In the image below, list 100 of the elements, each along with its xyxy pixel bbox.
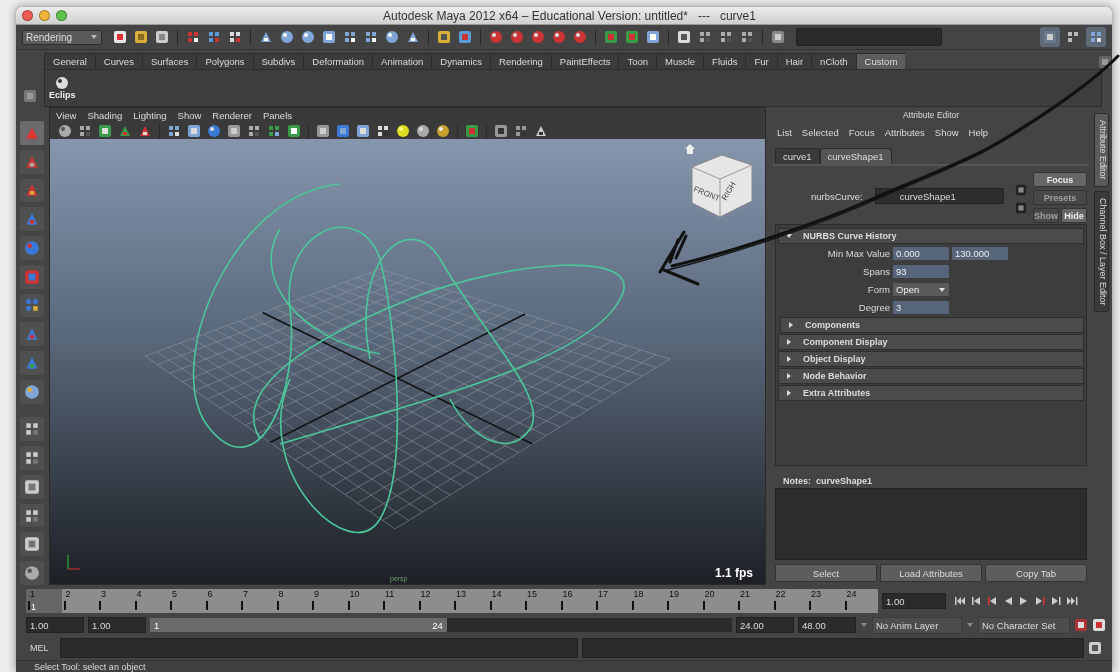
shelf-tab[interactable]: Custom bbox=[855, 53, 906, 69]
shelf-tab[interactable]: General bbox=[44, 53, 95, 69]
menu-item[interactable]: Renderer bbox=[212, 110, 252, 123]
shelf-tab[interactable]: Toon bbox=[618, 53, 656, 69]
step-icon[interactable] bbox=[1066, 595, 1078, 607]
shelf-tab[interactable]: Hair bbox=[776, 53, 812, 69]
frame-number: 24 bbox=[845, 589, 857, 599]
frame-number: 3 bbox=[100, 589, 106, 599]
node-tab[interactable]: curveShape1 bbox=[819, 148, 892, 164]
value-field[interactable]: 0.000 bbox=[893, 247, 949, 260]
time-slider[interactable]: 1 1 2 3 4 5 6 7 8 9 10 11 12 13 14 15 16 17 18 19 20 21 22 23 24 bbox=[26, 589, 878, 613]
menu-set-dropdown[interactable]: Rendering bbox=[22, 29, 102, 45]
form-dropdown[interactable]: Open bbox=[893, 283, 949, 296]
shelf-tab[interactable]: Deformation bbox=[303, 53, 373, 69]
section-header[interactable]: Extra Attributes bbox=[778, 385, 1084, 401]
tool-button[interactable] bbox=[20, 561, 44, 585]
tool-button[interactable] bbox=[20, 178, 44, 203]
section-header[interactable]: Component Display bbox=[778, 334, 1084, 350]
section-header[interactable]: Node Behavior bbox=[778, 368, 1084, 384]
section-header[interactable]: Components bbox=[780, 317, 1084, 333]
minimize-button[interactable] bbox=[39, 10, 50, 21]
range-bar[interactable]: 1 24 bbox=[150, 618, 447, 632]
character-set-dropdown[interactable]: No Character Set bbox=[978, 616, 1070, 634]
menu-item[interactable]: View bbox=[56, 110, 77, 123]
step-icon[interactable] bbox=[986, 595, 998, 607]
fps-readout: 1.1 fps bbox=[715, 566, 753, 580]
value-field[interactable]: 93 bbox=[893, 265, 949, 278]
shelf-tab[interactable]: Fur bbox=[745, 53, 777, 69]
command-result-field[interactable] bbox=[582, 638, 1084, 658]
shelf-tab[interactable]: Animation bbox=[372, 53, 432, 69]
shelf-tab[interactable]: Rendering bbox=[490, 53, 551, 69]
side-tab[interactable]: Channel Box / Layer Editor bbox=[1094, 190, 1109, 313]
node-tab[interactable]: curve1 bbox=[775, 148, 820, 164]
tool-button[interactable] bbox=[20, 446, 44, 470]
menu-item[interactable]: Attributes bbox=[884, 127, 925, 138]
value-field[interactable]: 130.000 bbox=[952, 247, 1008, 260]
menu-item[interactable]: Help bbox=[968, 127, 989, 138]
menu-item[interactable]: Show bbox=[177, 110, 202, 123]
menu-item[interactable]: Panels bbox=[262, 110, 292, 123]
shelf-tab[interactable]: Subdivs bbox=[252, 53, 304, 69]
section-header[interactable]: NURBS Curve History bbox=[778, 228, 1084, 244]
shelf-tab[interactable]: nCloth bbox=[811, 53, 856, 69]
tool-button[interactable] bbox=[20, 379, 44, 404]
side-tab[interactable]: Attribute Editor bbox=[1094, 113, 1109, 187]
playback-start-field[interactable]: 1.00 bbox=[88, 617, 146, 633]
step-icon[interactable] bbox=[954, 595, 966, 607]
current-frame: 1 bbox=[31, 602, 36, 612]
shelf-button[interactable]: Eclips bbox=[49, 76, 76, 100]
panel-button[interactable]: Hide bbox=[1061, 208, 1087, 223]
panel-button[interactable]: Load Attributes bbox=[880, 564, 982, 582]
playback-end-field[interactable]: 24.00 bbox=[736, 617, 794, 633]
panel-title: Attribute Editor bbox=[902, 110, 960, 120]
menu-item[interactable]: Show bbox=[934, 127, 959, 138]
step-icon[interactable] bbox=[1034, 595, 1046, 607]
close-button[interactable] bbox=[22, 10, 33, 21]
menu-item[interactable]: Shading bbox=[87, 110, 123, 123]
zoom-button[interactable] bbox=[56, 10, 67, 21]
section-header[interactable]: Object Display bbox=[778, 351, 1084, 367]
shelf-tab[interactable]: PaintEffects bbox=[550, 53, 619, 69]
toolbar-icon bbox=[134, 30, 148, 44]
tool-icon bbox=[24, 565, 40, 582]
panel-toolbar-icon bbox=[98, 124, 112, 138]
tool-button[interactable] bbox=[20, 474, 44, 499]
value-field[interactable]: 3 bbox=[893, 301, 949, 314]
notes-field[interactable] bbox=[775, 488, 1087, 560]
step-icon[interactable] bbox=[1050, 595, 1062, 607]
tool-button[interactable] bbox=[20, 149, 44, 174]
end-time-field[interactable]: 48.00 bbox=[798, 617, 856, 633]
panel-toolbar-icon bbox=[167, 124, 181, 138]
shelf-tab[interactable]: Muscle bbox=[656, 53, 704, 69]
command-language-label[interactable]: MEL bbox=[30, 643, 56, 653]
panel-button[interactable]: Copy Tab bbox=[985, 564, 1087, 582]
toolbar-icon bbox=[489, 30, 503, 44]
step-icon[interactable] bbox=[970, 595, 982, 607]
command-field[interactable] bbox=[60, 638, 578, 658]
shelf-tab[interactable]: Dynamics bbox=[431, 53, 490, 69]
tool-button[interactable] bbox=[20, 532, 44, 557]
caret-icon bbox=[938, 285, 946, 294]
panel-button[interactable]: Select bbox=[775, 564, 877, 582]
shelf-tab[interactable]: Polygons bbox=[196, 53, 253, 69]
menu-item[interactable]: Focus bbox=[848, 127, 875, 138]
menu-item[interactable]: Selected bbox=[801, 127, 839, 138]
tool-icon bbox=[24, 536, 40, 553]
toolbar-icon bbox=[301, 30, 315, 44]
panel-button[interactable]: Focus bbox=[1033, 172, 1087, 187]
shelf-tab[interactable]: Surfaces bbox=[141, 53, 197, 69]
tool-button[interactable] bbox=[20, 417, 44, 442]
tool-button[interactable] bbox=[20, 503, 44, 528]
search-field[interactable] bbox=[796, 28, 942, 46]
start-time-field[interactable]: 1.00 bbox=[26, 617, 84, 633]
range-slider-track[interactable]: 1 24 bbox=[150, 618, 732, 632]
menu-item[interactable]: List bbox=[777, 127, 792, 138]
anim-layer-dropdown[interactable]: No Anim Layer bbox=[872, 616, 962, 634]
current-time-field[interactable]: 1.00 bbox=[882, 593, 946, 609]
shelf-tab[interactable]: Curves bbox=[94, 53, 142, 69]
tool-button[interactable] bbox=[20, 293, 44, 318]
node-name-field[interactable]: curveShape1 bbox=[874, 188, 1004, 204]
home-icon[interactable] bbox=[684, 143, 696, 155]
shelf-tab[interactable]: Fluids bbox=[703, 53, 746, 69]
menu-item[interactable]: Lighting bbox=[133, 110, 167, 123]
